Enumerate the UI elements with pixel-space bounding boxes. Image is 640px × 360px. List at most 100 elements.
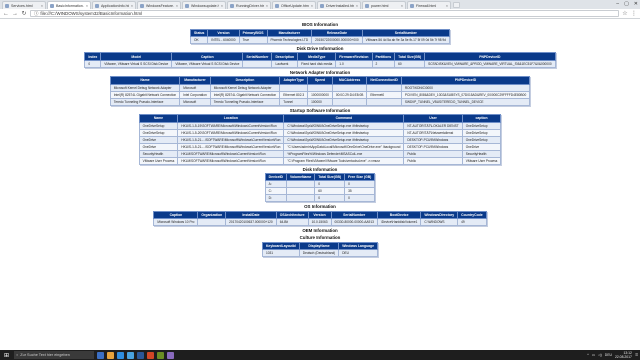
browser-tab[interactable]: power.html × <box>362 1 406 9</box>
notifications-icon[interactable]: ☰ <box>635 353 638 357</box>
windows-start-icon[interactable]: ⊞ <box>2 351 11 359</box>
disk-section-title: Disk Information <box>302 166 338 172</box>
browser-tab[interactable]: Services.html × <box>2 1 46 9</box>
windows-taskbar: ⊞ ○ Zur Suche Text hier eingeben ^ ▭ ◁) … <box>0 350 640 360</box>
column-header: Speed <box>307 76 333 85</box>
bookmark-star-icon[interactable]: ☆ <box>622 10 628 17</box>
tab-close-icon[interactable]: × <box>401 4 403 8</box>
tab-close-icon[interactable]: × <box>311 4 313 8</box>
tab-close-icon[interactable]: × <box>356 4 358 8</box>
table-cell: 35 <box>344 187 376 196</box>
table-cell <box>285 180 316 189</box>
oem-section-title: OEM Information <box>302 228 338 234</box>
column-header: VolumeName <box>285 172 316 182</box>
tab-close-icon[interactable]: × <box>446 4 448 8</box>
tab-close-icon[interactable]: × <box>86 4 88 8</box>
table-header-row: Status Version PrimaryBIOS Manufacturer Rele… <box>190 28 450 37</box>
column-header: Location <box>177 114 285 123</box>
taskbar-app-icon[interactable] <box>157 351 164 359</box>
table-cell: Microsoft Kernel Debug Network Adapter <box>109 83 181 92</box>
taskbar-search-box[interactable]: ○ Zur Suche Text hier eingeben <box>14 351 94 359</box>
address-text: file:///C:/WINDOWS/system32/BasicInforma… <box>40 11 143 16</box>
tab-close-icon[interactable]: × <box>221 4 223 8</box>
new-tab-button[interactable] <box>453 1 460 8</box>
table-cell: Teredo Tunneling Pseudo-Interface <box>109 97 181 106</box>
page-content: BIOS Information Status Version PrimaryBIOS… <box>0 20 640 350</box>
column-header: caption <box>461 114 502 123</box>
table-cell: OneDriveSetup <box>138 121 179 130</box>
table-row: D: 0 0 <box>264 194 376 203</box>
column-header: FirmwareRevision <box>335 52 373 61</box>
table-header-row: Index Model Caption SerialNumber Description… <box>84 52 556 61</box>
column-header: Manufacturer <box>266 28 313 37</box>
taskbar-app-icon[interactable] <box>147 351 154 359</box>
browser-tab[interactable]: RunningDriver.html × <box>227 1 271 9</box>
network-table: Name Manufacturer Description AdapterType Sp… <box>109 76 531 106</box>
column-header: AdapterType <box>279 76 309 85</box>
tab-label: power.html <box>371 3 389 8</box>
input-language[interactable]: DEU <box>605 353 612 357</box>
network-icon[interactable]: ▭ <box>592 353 595 357</box>
taskbar-app-icon[interactable] <box>137 351 144 359</box>
column-header: Name <box>138 114 179 123</box>
table-cell <box>307 83 333 92</box>
browser-tab[interactable]: Firewall.html × <box>407 1 451 9</box>
browser-tab[interactable]: ApplicationInfo.html× <box>92 1 136 9</box>
column-header: Command <box>283 114 405 123</box>
tray-up-arrow-icon[interactable]: ^ <box>587 353 589 357</box>
table-cell: HKU\S-1-5-19\SOFTWARE\Microsoft\Windows\… <box>177 121 285 130</box>
taskbar-app-icon[interactable] <box>97 351 104 359</box>
system-tray: ^ ▭ ◁) DEU 13:12 22.08.2017 ☰ <box>587 351 638 359</box>
table-cell: 0 <box>344 194 376 203</box>
browser-tab[interactable]: BasicInformation.html× <box>47 1 91 9</box>
back-arrow-icon[interactable]: ← <box>3 11 9 17</box>
browser-tab-strip: Services.html×BasicInformation.html×Appl… <box>0 0 640 9</box>
table-row: Microsoft Windows 10 Pro 20170420100637.0… <box>153 218 487 227</box>
table-cell: Intel(R) 82574L Gigabit Network Connecti… <box>109 90 181 99</box>
tab-close-icon[interactable]: × <box>41 4 43 8</box>
startup-section-title: Startup Software Information <box>289 107 351 113</box>
table-cell <box>285 194 316 203</box>
taskbar-app-icon[interactable] <box>117 351 124 359</box>
taskbar-clock[interactable]: 13:12 22.08.2017 <box>615 351 632 359</box>
os-table: Caption Organization InstallDate OSArchitec… <box>153 210 487 227</box>
browser-tab[interactable]: OfficeUpdate.html × <box>272 1 316 9</box>
table-cell <box>366 97 402 106</box>
browser-menu-icon[interactable]: ⋮ <box>631 10 637 17</box>
tab-close-icon[interactable]: × <box>131 4 133 8</box>
tab-close-icon[interactable]: × <box>266 4 268 8</box>
table-cell: SecurityHealth <box>461 149 502 158</box>
volume-icon[interactable]: ◁) <box>598 353 602 357</box>
browser-tab[interactable]: DriverInstalled.html × <box>317 1 361 9</box>
disk-table: DeviceID VolumeName Total Size(GB) Free Siz… <box>264 172 376 203</box>
address-bar[interactable]: ⓘ file:///C:/WINDOWS/system32/BasicInfor… <box>30 10 619 17</box>
table-cell: PCI\VEN_8086&DEV_10D3&SUBSYS_07D015AD&RE… <box>400 90 531 99</box>
taskbar-app-icon[interactable] <box>167 351 174 359</box>
clock-date: 22.08.2017 <box>614 355 632 359</box>
column-header: Status <box>190 28 209 37</box>
tab-label: DriverInstalled.html <box>326 3 354 8</box>
tab-label: RunningDriver.html <box>236 3 264 8</box>
window-controls: – ▢ ✕ <box>616 1 638 7</box>
table-row: Intel(R) 82574L Gigabit Network Connecti… <box>109 90 531 99</box>
table-cell: 60 <box>394 59 426 68</box>
maximize-button[interactable]: ▢ <box>624 1 629 7</box>
close-window-button[interactable]: ✕ <box>634 1 638 7</box>
taskbar-app-icon[interactable] <box>107 351 114 359</box>
taskbar-app-icon[interactable] <box>127 351 134 359</box>
table-cell <box>331 83 368 92</box>
browser-tab[interactable]: Windowsupdate.html× <box>182 1 226 9</box>
table-cell: OneDrive <box>138 135 179 144</box>
table-cell: OneDriveSetup <box>461 121 502 130</box>
table-cell: C:\Windows\SysWOW64\OneDriveSetup.exe /t… <box>283 121 405 130</box>
table-cell: Microsoft Kernel Debug Network Adapter <box>209 83 281 92</box>
tab-close-icon[interactable]: × <box>176 4 178 8</box>
column-header: PNPDeviceID <box>424 52 556 61</box>
reload-icon[interactable]: ↻ <box>21 10 27 17</box>
minimize-button[interactable]: – <box>616 1 619 7</box>
forward-arrow-icon[interactable]: → <box>12 11 18 17</box>
page-info-icon[interactable]: ⓘ <box>34 11 38 17</box>
table-cell: DESKTOP-PCU9N\Windows <box>403 135 463 144</box>
table-cell: 2 <box>371 59 396 68</box>
browser-tab[interactable]: WindowsFeature.html× <box>137 1 181 9</box>
